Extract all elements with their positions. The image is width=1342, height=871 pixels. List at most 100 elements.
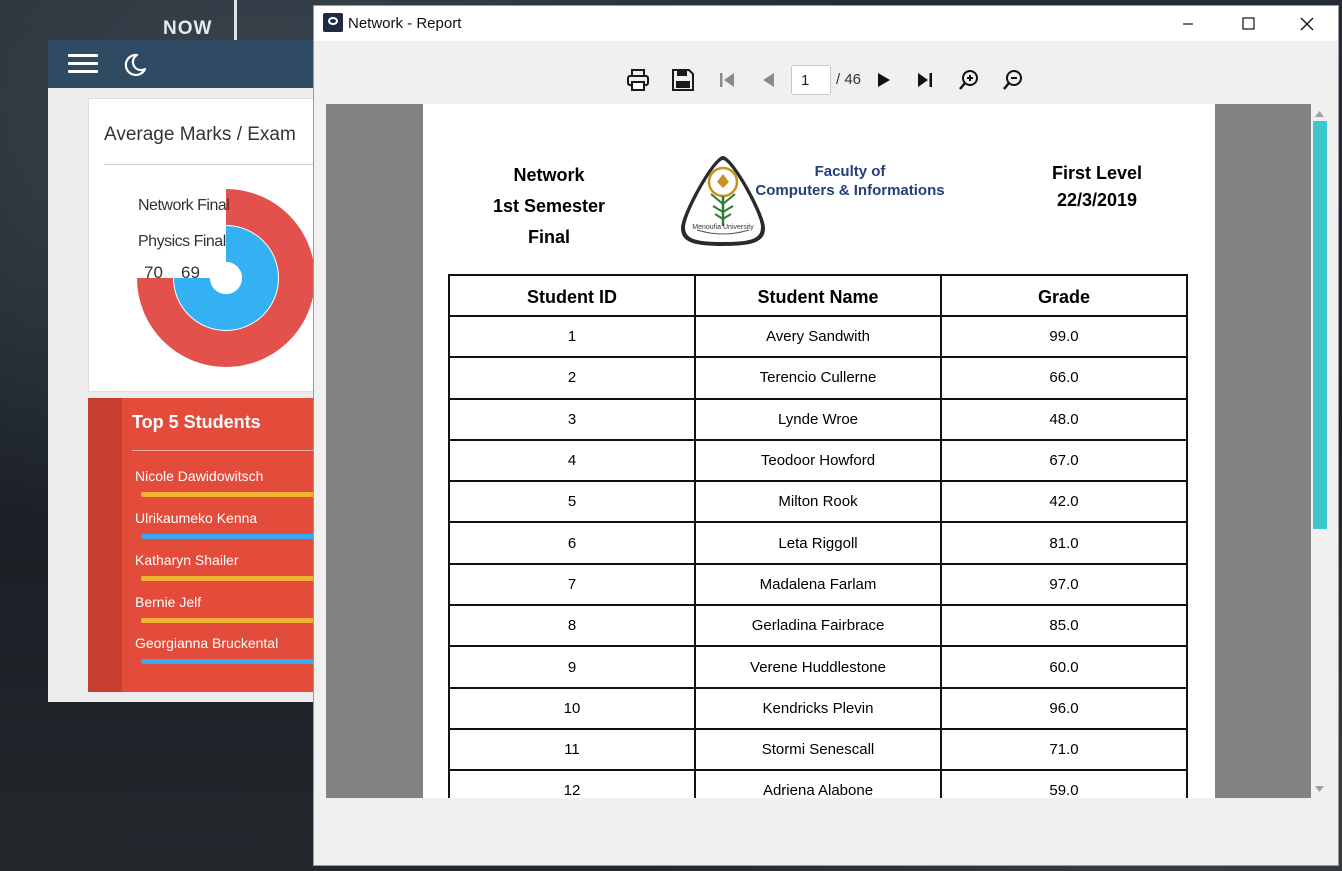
report-date: 22/3/2019 [1056,190,1138,210]
report-exam-type: Final [527,227,570,247]
zoom-out-icon [1003,70,1022,90]
student-id-cell: 6 [448,521,696,565]
physics-final-value: 69 [181,263,200,282]
grade-cell: 42.0 [940,480,1188,524]
print-icon [627,69,649,91]
student-id-cell: 8 [448,604,696,648]
report-header-left: Network 1st Semester Final [469,160,629,253]
previous-page-button[interactable] [755,67,781,93]
last-page-icon [918,73,932,87]
table-row: 6 Leta Riggoll 81.0 [448,521,1188,565]
student-name-cell: Milton Rook [694,480,942,524]
top-student-bar [141,618,314,623]
maximize-button[interactable] [1225,6,1271,41]
grade-cell: 96.0 [940,686,1188,730]
student-name-cell: Madalena Farlam [694,562,942,607]
zoom-out-button[interactable] [1000,67,1026,93]
top-student-bar [141,576,314,581]
table-row: 12 Adriena Alabone 59.0 [448,769,1188,798]
student-id-cell: 5 [448,480,696,524]
dashboard-topbar [48,40,314,88]
top-student-bar [141,659,314,664]
minimize-icon [1183,22,1193,25]
print-button[interactable] [625,67,651,93]
maximize-icon [1241,17,1255,30]
chevron-up-icon [1314,111,1324,117]
app-icon [323,13,343,32]
student-name-cell: Lynde Wroe [694,397,942,441]
top-student-name: Ulrikaumeko Kenna [135,510,258,526]
column-header-student-id: Student ID [448,274,696,317]
save-button[interactable] [670,67,696,93]
menu-icon[interactable] [68,54,98,74]
window-title: Network - Report [348,15,462,32]
scroll-up-button[interactable] [1313,108,1325,120]
report-viewer[interactable]: Network 1st Semester Final Menoufia Univ… [326,104,1312,798]
title-bar[interactable]: Network - Report [314,6,1338,41]
network-final-value: 70 [144,263,163,282]
top-student-item: Ulrikaumeko Kenna [135,510,314,539]
next-page-button[interactable] [871,67,897,93]
report-semester: 1st Semester [492,196,606,216]
student-name-cell: Terencio Cullerne [694,356,942,400]
last-page-button[interactable] [912,67,938,93]
grade-cell: 71.0 [940,727,1188,772]
first-page-button[interactable] [714,67,740,93]
table-row: 8 Gerladina Fairbrace 85.0 [448,604,1188,648]
top-student-item: Katharyn Shailer [135,552,314,581]
report-page: Network 1st Semester Final Menoufia Univ… [423,104,1215,798]
zoom-in-button[interactable] [956,67,982,93]
table-row: 4 Teodoor Howford 67.0 [448,438,1188,483]
page-total: / 46 [836,71,862,88]
close-icon [1300,17,1314,30]
faculty-name: Faculty of Computers & Informations [745,162,955,200]
close-button[interactable] [1284,6,1330,41]
next-page-icon [878,73,890,87]
table-row: 2 Terencio Cullerne 66.0 [448,356,1188,400]
legend-physics-final: Physics Final [138,233,226,250]
report-subject: Network [513,165,585,185]
dashboard-body: Average Marks / Exam Network Final Physi… [48,88,314,702]
top-student-bar [141,534,314,539]
report-toolbar: / 46 [314,41,1338,105]
table-row: 5 Milton Rook 42.0 [448,480,1188,524]
report-level: First Level [1051,163,1143,183]
grade-cell: 59.0 [940,769,1188,798]
top-student-name: Bernie Jelf [135,594,202,610]
student-id-cell: 11 [448,727,696,772]
report-window: Network - Report 1 / 46 Network 1st Seme… [313,5,1339,866]
table-row: 10 Kendricks Plevin 96.0 [448,686,1188,730]
minimize-button[interactable] [1165,6,1211,41]
moon-icon[interactable] [122,52,148,78]
logo-caption: Menoufia University [692,224,754,231]
top-students-card: Top 5 Students Nicole Dawidowitsch Ulrika… [88,398,314,692]
student-name-cell: Avery Sandwith [694,314,942,359]
grade-cell: 97.0 [940,562,1188,607]
grade-cell: 81.0 [940,521,1188,565]
background-divider [234,0,237,40]
top-student-item: Nicole Dawidowitsch [135,468,314,497]
grade-cell: 99.0 [940,314,1188,359]
top-student-name: Georgianna Bruckental [135,635,279,651]
student-name-cell: Adriena Alabone [694,769,942,798]
first-page-icon [720,73,734,87]
top-student-item: Georgianna Bruckental [135,635,314,664]
table-row: 9 Verene Huddlestone 60.0 [448,645,1188,689]
page-number-input[interactable] [791,65,831,95]
student-id-cell: 1 [448,314,696,359]
top-student-name: Nicole Dawidowitsch [135,468,264,484]
scrollbar-thumb[interactable] [1313,121,1327,529]
student-name-cell: Verene Huddlestone [694,645,942,689]
student-id-cell: 4 [448,438,696,483]
table-row: 3 Lynde Wroe 48.0 [448,397,1188,441]
grade-cell: 48.0 [940,397,1188,441]
zoom-in-icon [959,70,978,90]
card-accent-stripe [88,398,122,692]
background-text: NOW [163,18,213,39]
grade-cell: 66.0 [940,356,1188,400]
grades-table: Student ID Student Name Grade 1 Avery San… [448,274,1188,798]
legend-network-final: Network Final [138,197,230,214]
save-icon [672,69,694,91]
student-name-cell: Leta Riggoll [694,521,942,565]
scroll-down-button[interactable] [1313,783,1325,795]
